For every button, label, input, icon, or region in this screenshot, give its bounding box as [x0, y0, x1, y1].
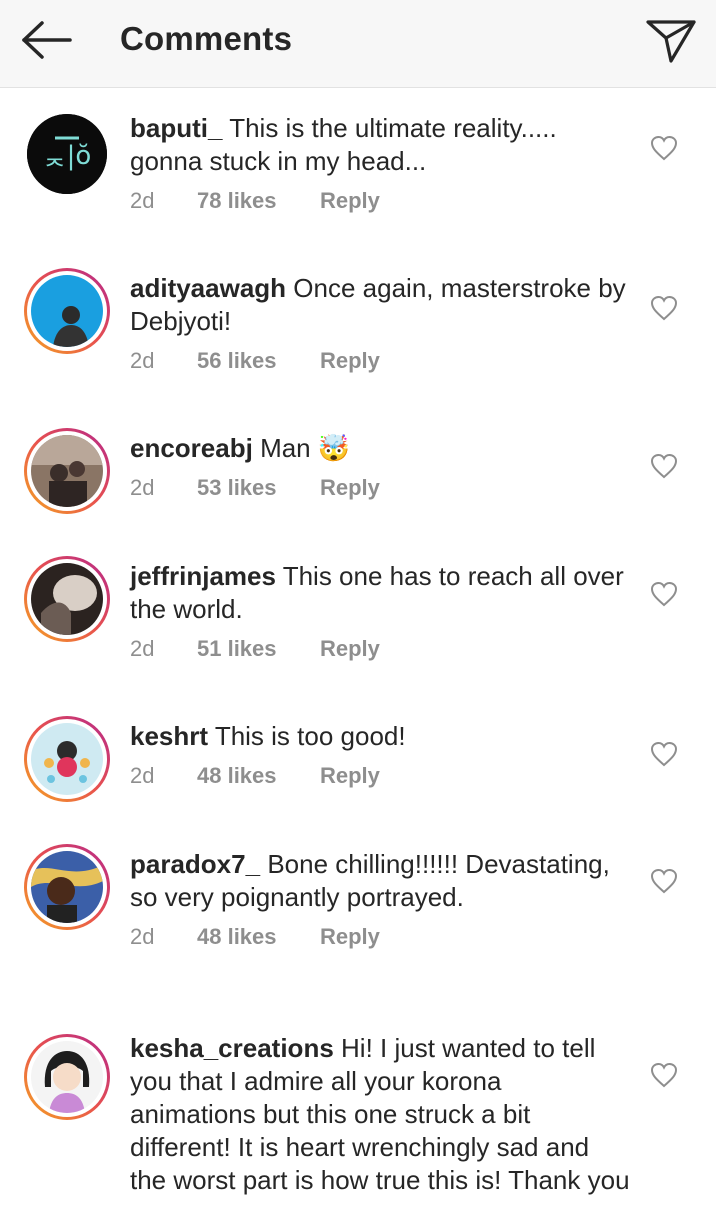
comment-time: 2d: [130, 188, 155, 213]
reply-button[interactable]: Reply: [320, 475, 380, 501]
reply-button[interactable]: Reply: [320, 763, 380, 789]
comment-item: ᆽ|ŏ baputi_ This is the ultimate reality…: [0, 88, 716, 248]
avatar[interactable]: [24, 268, 110, 354]
comment-likes[interactable]: 48 likes: [197, 763, 320, 789]
back-button[interactable]: [18, 18, 74, 62]
logo-avatar-image: ᆽ|ŏ: [27, 114, 107, 194]
comment-likes[interactable]: 48 likes: [197, 924, 320, 950]
comment-body: This is too good!: [214, 721, 406, 751]
comment-username[interactable]: jeffrinjames: [130, 561, 276, 591]
avatar[interactable]: [24, 716, 110, 802]
page-title: Comments: [120, 20, 293, 57]
comment-username[interactable]: baputi_: [130, 113, 222, 143]
comment-meta: 2d 78 likes Reply: [130, 188, 630, 214]
comment-time: 2d: [130, 475, 155, 500]
profile-illustration: [31, 723, 103, 795]
comment-time: 2d: [130, 924, 155, 949]
heart-icon[interactable]: [650, 295, 678, 321]
direct-send-icon: [646, 20, 696, 63]
reply-button[interactable]: Reply: [320, 636, 380, 662]
comment-meta: 2d 51 likes Reply: [130, 636, 630, 662]
comment-item: jeffrinjames This one has to reach all o…: [0, 536, 716, 696]
comment-meta: 2d 48 likes Reply: [130, 763, 630, 789]
avatar[interactable]: [24, 1034, 110, 1120]
comment-likes[interactable]: 51 likes: [197, 636, 320, 662]
profile-photo: [31, 435, 103, 507]
comment-text: baputi_ This is the ultimate reality....…: [130, 112, 630, 178]
comment-time: 2d: [130, 636, 155, 661]
heart-icon[interactable]: [650, 1062, 678, 1088]
comment-meta: 2d 48 likes Reply: [130, 924, 630, 950]
avatar[interactable]: [24, 844, 110, 930]
arrow-left-icon: [22, 21, 72, 59]
comment-meta: 2d 53 likes Reply: [130, 475, 630, 501]
heart-icon[interactable]: [650, 741, 678, 767]
comment-item: encoreabj Man 🤯 2d 53 likes Reply: [0, 408, 716, 536]
comment-text: adityaawagh Once again, masterstroke by …: [130, 272, 630, 338]
profile-photo: [31, 851, 103, 923]
comment-text: paradox7_ Bone chilling!!!!!! Devastatin…: [130, 848, 630, 914]
comment-username[interactable]: encoreabj: [130, 433, 253, 463]
comment-item: kesha_creations Hi! I just wanted to tel…: [0, 1018, 716, 1198]
comment-likes[interactable]: 56 likes: [197, 348, 320, 374]
reply-button[interactable]: Reply: [320, 188, 380, 214]
comment-username[interactable]: adityaawagh: [130, 273, 286, 303]
comment-text: keshrt This is too good!: [130, 720, 630, 753]
comment-item: adityaawagh Once again, masterstroke by …: [0, 248, 716, 408]
comments-list[interactable]: ᆽ|ŏ baputi_ This is the ultimate reality…: [0, 88, 716, 1198]
comment-username[interactable]: keshrt: [130, 721, 208, 751]
heart-icon[interactable]: [650, 453, 678, 479]
comment-text: kesha_creations Hi! I just wanted to tel…: [130, 1032, 630, 1197]
comment-username[interactable]: paradox7_: [130, 849, 260, 879]
comment-time: 2d: [130, 763, 155, 788]
comment-username[interactable]: kesha_creations: [130, 1033, 334, 1063]
profile-photo: [31, 275, 103, 347]
heart-icon[interactable]: [650, 581, 678, 607]
comment-body: Man 🤯: [260, 433, 351, 463]
comment-text: jeffrinjames This one has to reach all o…: [130, 560, 630, 626]
comment-meta: 2d 56 likes Reply: [130, 348, 630, 374]
comment-item: keshrt This is too good! 2d 48 likes Rep…: [0, 696, 716, 824]
avatar[interactable]: [24, 428, 110, 514]
comment-item: paradox7_ Bone chilling!!!!!! Devastatin…: [0, 824, 716, 1018]
avatar[interactable]: ᆽ|ŏ: [24, 111, 110, 197]
comment-time: 2d: [130, 348, 155, 373]
svg-text:ᆽ|ŏ: ᆽ|ŏ: [43, 141, 92, 171]
comment-likes[interactable]: 53 likes: [197, 475, 320, 501]
heart-icon[interactable]: [650, 135, 678, 161]
comment-likes[interactable]: 78 likes: [197, 188, 320, 214]
reply-button[interactable]: Reply: [320, 348, 380, 374]
bottom-edge: [0, 1198, 716, 1214]
profile-photo: [31, 563, 103, 635]
avatar[interactable]: [24, 556, 110, 642]
profile-illustration: [31, 1041, 103, 1113]
direct-send-button[interactable]: [644, 14, 698, 66]
comment-text: encoreabj Man 🤯: [130, 432, 630, 465]
reply-button[interactable]: Reply: [320, 924, 380, 950]
heart-icon[interactable]: [650, 868, 678, 894]
top-bar: Comments: [0, 0, 716, 88]
